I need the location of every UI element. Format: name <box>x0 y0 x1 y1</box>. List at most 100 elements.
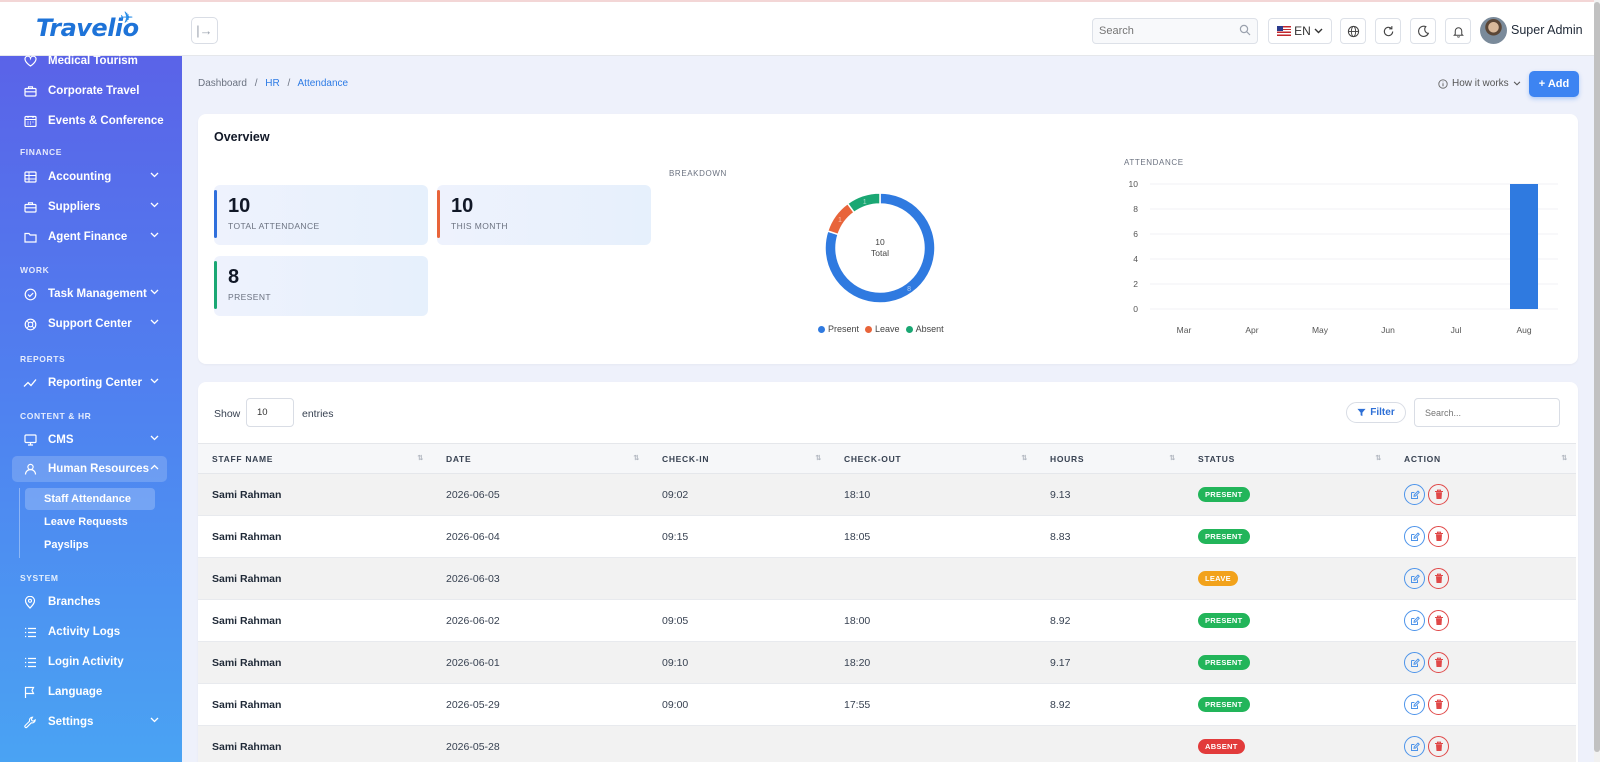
sidebar-subitem-staff-attendance[interactable]: Staff Attendance <box>25 488 155 510</box>
avatar[interactable] <box>1480 17 1507 44</box>
cell-status: PRESENT <box>1184 600 1390 642</box>
entries-per-page-input[interactable] <box>246 398 294 427</box>
sidebar-item-login-activity[interactable]: Login Activity <box>12 649 167 675</box>
cell-check-out: 18:20 <box>844 656 871 669</box>
column-header[interactable]: HOURS ⇅ <box>1036 444 1184 474</box>
theme-toggle-button[interactable] <box>1410 18 1436 44</box>
delete-button[interactable] <box>1428 484 1449 505</box>
breadcrumb: Dashboard / HR / Attendance <box>198 78 349 89</box>
sidebar-item-language[interactable]: Language <box>12 679 167 705</box>
cell-check-out: 17:55 <box>844 698 871 711</box>
sort-icon: ⇅ <box>815 455 822 462</box>
scrollbar-thumb[interactable] <box>1594 2 1600 752</box>
sidebar-item-reporting-center[interactable]: Reporting Center <box>12 370 167 396</box>
sidebar-subitem-leave-requests[interactable]: Leave Requests <box>25 511 155 533</box>
edit-icon <box>1410 489 1420 499</box>
edit-button[interactable] <box>1404 736 1425 757</box>
user-name[interactable]: Super Admin <box>1511 23 1583 37</box>
filter-button[interactable]: Filter <box>1346 402 1406 423</box>
stat-accent-bar <box>214 190 217 238</box>
legend-item-absent[interactable]: Absent <box>905 324 944 334</box>
cell-staff-name: Sami Rahman <box>212 488 282 501</box>
language-selector[interactable]: EN <box>1268 18 1332 44</box>
global-search-input[interactable] <box>1093 19 1233 43</box>
sidebar-item-support-center[interactable]: Support Center <box>12 311 167 337</box>
entries-label: entries <box>302 408 334 420</box>
sidebar-toggle-button[interactable]: |→ <box>191 17 218 44</box>
column-header[interactable]: DATE ⇅ <box>432 444 648 474</box>
delete-button[interactable] <box>1428 568 1449 589</box>
bar-aug[interactable] <box>1510 184 1538 309</box>
folder-icon <box>22 231 38 243</box>
sidebar: Medical Tourism Corporate Travel Events … <box>0 55 182 762</box>
attendance-bar-chart: 0 2 4 6 8 10 Mar Apr May Jun Jul Aug <box>1129 179 1558 335</box>
sidebar-item-branches[interactable]: Branches <box>12 589 167 615</box>
edit-button[interactable] <box>1404 694 1425 715</box>
cell-hours <box>1036 726 1184 762</box>
sidebar-item-cms[interactable]: CMS <box>12 427 167 453</box>
table-row[interactable]: Sami Rahman 2026-06-05 09:02 18:10 9.13 PRESE… <box>198 473 1576 516</box>
table-row[interactable]: Sami Rahman 2026-06-02 09:05 18:00 8.92 PRESE… <box>198 600 1576 642</box>
sidebar-item-corporate-travel[interactable]: Corporate Travel <box>12 78 167 104</box>
cell-staff-name: Sami Rahman <box>212 740 282 753</box>
column-header[interactable]: ACTION ⇅ <box>1390 444 1576 474</box>
cell-hours: 8.92 <box>1050 614 1071 627</box>
table-search-input[interactable] <box>1414 398 1560 427</box>
legend-item-present[interactable]: Present <box>818 324 859 334</box>
sidebar-item-suppliers[interactable]: Suppliers <box>12 194 167 220</box>
sidebar-item-settings[interactable]: Settings <box>12 709 167 735</box>
sidebar-item-agent-finance[interactable]: Agent Finance <box>12 224 167 250</box>
flag-icon <box>22 686 38 699</box>
table-row[interactable]: Sami Rahman 2026-06-04 09:15 18:05 8.83 PRESE… <box>198 516 1576 558</box>
status-badge: PRESENT <box>1198 487 1250 502</box>
column-header[interactable]: STAFF NAME ⇅ <box>198 444 432 474</box>
sort-icon: ⇅ <box>1375 455 1382 462</box>
breadcrumb-hr[interactable]: HR <box>265 78 279 89</box>
trash-icon <box>1434 531 1443 541</box>
chevron-down-icon <box>150 172 159 178</box>
table-row[interactable]: Sami Rahman 2026-06-01 09:10 18:20 9.17 PRESE… <box>198 641 1576 684</box>
page-scrollbar[interactable] <box>1594 0 1600 762</box>
column-header[interactable]: CHECK-IN ⇅ <box>648 444 830 474</box>
cell-check-out: 18:00 <box>844 614 871 627</box>
sidebar-item-medical-tourism[interactable]: Medical Tourism <box>12 48 167 74</box>
search-icon[interactable] <box>1239 24 1251 36</box>
table-row[interactable]: Sami Rahman 2026-06-03 LEAVE <box>198 557 1576 600</box>
refresh-button[interactable] <box>1375 18 1401 44</box>
edit-button[interactable] <box>1404 568 1425 589</box>
delete-button[interactable] <box>1428 526 1449 547</box>
cell-date: 2026-05-29 <box>446 698 500 711</box>
cell-check-in: 09:02 <box>662 488 689 501</box>
add-button[interactable]: + Add <box>1529 71 1579 97</box>
delete-button[interactable] <box>1428 652 1449 673</box>
edit-button[interactable] <box>1404 484 1425 505</box>
edit-button[interactable] <box>1404 652 1425 673</box>
column-header[interactable]: CHECK-OUT ⇅ <box>830 444 1036 474</box>
how-it-works-button[interactable]: How it works <box>1438 78 1521 89</box>
table-row[interactable]: Sami Rahman 2026-05-28 ABSENT <box>198 725 1576 762</box>
delete-button[interactable] <box>1428 610 1449 631</box>
edit-button[interactable] <box>1404 526 1425 547</box>
sidebar-item-human-resources[interactable]: Human Resources <box>12 456 167 482</box>
stat-card-this-month: 10 THIS MONTH <box>437 185 651 245</box>
globe-button[interactable] <box>1340 18 1366 44</box>
cell-check-in: 09:10 <box>662 656 689 669</box>
app-logo[interactable]: Travelio ✈ <box>36 8 139 42</box>
x-tick-label: Jul <box>1451 325 1462 335</box>
column-header[interactable]: STATUS ⇅ <box>1184 444 1390 474</box>
breadcrumb-dashboard[interactable]: Dashboard <box>198 78 247 89</box>
legend-swatch <box>905 326 913 333</box>
sidebar-subitem-payslips[interactable]: Payslips <box>25 534 155 556</box>
sidebar-item-accounting[interactable]: Accounting <box>12 164 167 190</box>
sidebar-item-events-conference[interactable]: Events & Conference <box>12 108 167 134</box>
sidebar-item-activity-logs[interactable]: Activity Logs <box>12 619 167 645</box>
notifications-button[interactable] <box>1445 18 1471 44</box>
sidebar-item-task-management[interactable]: Task Management <box>12 281 167 307</box>
edit-button[interactable] <box>1404 610 1425 631</box>
table-row[interactable]: Sami Rahman 2026-05-29 09:00 17:55 8.92 PRESE… <box>198 684 1576 726</box>
delete-button[interactable] <box>1428 736 1449 757</box>
legend-item-leave[interactable]: Leave <box>865 324 900 334</box>
delete-button[interactable] <box>1428 694 1449 715</box>
y-tick-label: 0 <box>1133 304 1138 314</box>
briefcase-icon <box>22 201 38 213</box>
